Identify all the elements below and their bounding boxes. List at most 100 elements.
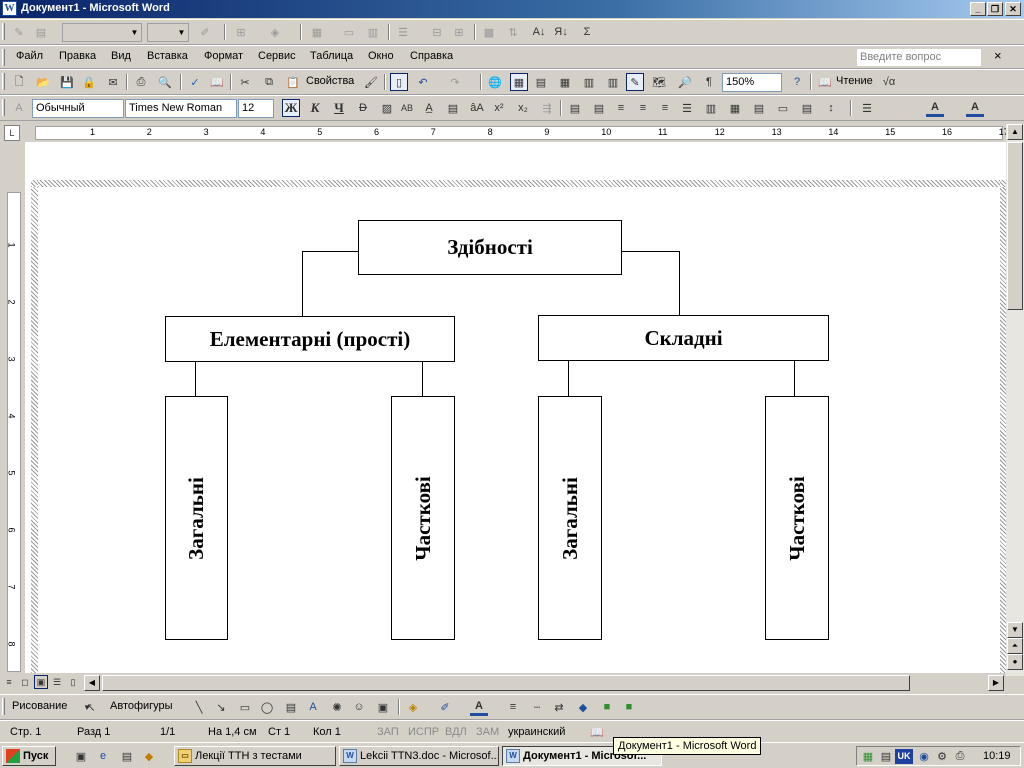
italic-button[interactable]: К — [306, 99, 324, 117]
font-combo[interactable]: Times New Roman — [125, 99, 237, 118]
styles-pane-icon[interactable]: A — [10, 99, 28, 117]
numbering-icon[interactable]: ▤ — [750, 99, 768, 117]
reading-button[interactable]: Чтение — [836, 75, 873, 87]
document-page[interactable]: Здібності Елементарні (прості) Складні З… — [25, 142, 1006, 673]
menu-table[interactable]: Таблица — [310, 50, 353, 62]
paragraph-icon[interactable]: ▤ — [444, 99, 462, 117]
spelling-status-icon[interactable]: 📖 — [588, 723, 606, 741]
vertical-ruler-track[interactable] — [7, 192, 21, 672]
zoom-combo[interactable]: 150% — [722, 73, 782, 92]
scroll-left-icon[interactable]: ◀ — [84, 675, 100, 691]
root-node[interactable]: Здібності — [358, 220, 622, 275]
shading-icon[interactable]: ◈ — [266, 23, 284, 41]
format-painter-icon[interactable]: 🖌 — [362, 73, 380, 91]
dash-style-icon[interactable]: ┄ — [528, 698, 546, 716]
leaf-node-1[interactable]: Загальні — [165, 396, 228, 640]
reading-layout-icon[interactable]: 📖 — [816, 73, 834, 91]
line-style-icon[interactable]: ≡ — [504, 698, 522, 716]
document-map-icon[interactable]: 🗺 — [650, 73, 668, 91]
style-combo[interactable]: Обычный — [32, 99, 124, 118]
quicklaunch-icon2[interactable]: ◆ — [140, 747, 158, 765]
shadow-icon[interactable]: ◆ — [574, 698, 592, 716]
horizontal-scrollbar[interactable]: ≡ ◻ ▣ ☰ ▯ ◀ ▶ — [0, 674, 1006, 692]
sort-descending-icon[interactable]: Я↓ — [552, 23, 570, 41]
justify-icon[interactable]: ☰ — [678, 99, 696, 117]
open-icon[interactable]: 📂 — [34, 73, 52, 91]
list-icon[interactable]: ☰ — [858, 99, 876, 117]
printer-icon[interactable]: ⎙ — [951, 747, 969, 765]
3d-style-icon[interactable]: ■ — [598, 698, 616, 716]
diagram-icon[interactable]: ✺ — [328, 698, 346, 716]
print-preview-icon[interactable]: 🔍 — [156, 73, 174, 91]
distribute-cols-icon[interactable]: ⊞ — [450, 23, 468, 41]
task-word-lekcii[interactable]: W Lekcii TTN3.doc - Microsof... — [339, 746, 499, 766]
font-color-icon2[interactable]: A — [966, 99, 984, 117]
help-icon[interactable]: ? — [788, 73, 806, 91]
branch-node-left[interactable]: Елементарні (прості) — [165, 316, 455, 362]
scroll-up-icon[interactable]: ▲ — [1007, 124, 1023, 140]
status-extend[interactable]: ВДЛ — [445, 726, 467, 738]
line-spacing-dropdown-icon[interactable]: ↕ — [822, 99, 840, 117]
line-spacing-icon[interactable]: ▦ — [726, 99, 744, 117]
tab-selector-icon[interactable]: L — [4, 125, 20, 141]
insert-table-icon[interactable]: ▦ — [308, 23, 326, 41]
scroll-down-icon[interactable]: ▼ — [1007, 622, 1023, 638]
align-justify-indent-icon[interactable]: ▤ — [590, 99, 608, 117]
document-close-icon[interactable]: × — [994, 48, 1002, 63]
menu-window[interactable]: Окно — [368, 50, 394, 62]
menu-view[interactable]: Вид — [111, 50, 131, 62]
leaf-node-3[interactable]: Загальні — [538, 396, 602, 640]
leaf-node-2[interactable]: Часткові — [391, 396, 455, 640]
menu-help[interactable]: Справка — [410, 50, 453, 62]
rectangle-tool-icon[interactable]: ▭ — [236, 698, 254, 716]
underline-button[interactable]: Ч — [330, 99, 348, 117]
align-left-icon[interactable]: ≡ — [612, 99, 630, 117]
clipart-icon[interactable]: ☺ — [350, 698, 368, 716]
show-desktop-icon[interactable]: ▣ — [72, 747, 90, 765]
highlight-icon[interactable]: ▨ — [378, 99, 396, 117]
prev-page-icon[interactable]: ⏶ — [1007, 638, 1023, 654]
split-cells-icon[interactable]: ▥ — [364, 23, 382, 41]
drawing-menu[interactable]: Рисование — [12, 700, 67, 712]
line-color-icon[interactable]: ✐ — [436, 698, 454, 716]
toolbar-grip[interactable] — [2, 23, 5, 40]
textbox-tool-icon[interactable]: ▤ — [282, 698, 300, 716]
research-icon[interactable]: 📖 — [208, 73, 226, 91]
close-button[interactable]: ✕ — [1005, 2, 1021, 16]
menu-edit[interactable]: Правка — [59, 50, 96, 62]
help-question-input[interactable]: Введите вопрос — [856, 48, 982, 67]
line-tool-icon[interactable]: ╲ — [190, 698, 208, 716]
word-app-icon[interactable]: W — [2, 1, 17, 16]
tables-borders-icon[interactable]: ▦ — [510, 73, 528, 91]
align-left-indent-icon[interactable]: ▤ — [566, 99, 584, 117]
sort-ascending-icon[interactable]: A↓ — [530, 23, 548, 41]
redo-icon[interactable]: ↷ — [446, 73, 464, 91]
clock[interactable]: 10:19 — [983, 750, 1011, 762]
print-icon[interactable]: ⎙ — [132, 73, 150, 91]
task-explorer-folder[interactable]: ▭ Лекції ТТН з тестами — [174, 746, 336, 766]
select-objects-icon[interactable]: ↖ — [82, 698, 100, 716]
web-view-icon[interactable]: ◻ — [18, 675, 32, 689]
font-color-icon[interactable]: A — [926, 99, 944, 117]
insert-excel-icon[interactable]: ▦ — [556, 73, 574, 91]
email-icon[interactable]: ✉ — [104, 73, 122, 91]
paste-icon[interactable]: 📋 — [284, 73, 302, 91]
normal-view-icon[interactable]: ≡ — [2, 675, 16, 689]
border-width-combo[interactable]: ▼ — [147, 23, 189, 42]
select-browse-icon[interactable]: ● — [1007, 654, 1023, 670]
status-record-macro[interactable]: ЗАП — [377, 726, 399, 738]
char-scale-icon[interactable]: âA — [468, 99, 486, 117]
restore-button[interactable]: ❐ — [987, 2, 1003, 16]
hyperlink-icon[interactable]: 🌐 — [486, 73, 504, 91]
permission-icon[interactable]: 🔒 — [80, 73, 98, 91]
drawing-icon[interactable]: ✎ — [626, 73, 644, 91]
autoshapes-menu[interactable]: Автофигуры — [110, 700, 173, 712]
reading-view-icon[interactable]: ▯ — [66, 675, 80, 689]
insert-picture-icon[interactable]: ▣ — [374, 698, 392, 716]
align-center-icon[interactable]: ≡ — [634, 99, 652, 117]
copy-icon[interactable]: ⧉ — [260, 73, 278, 91]
vertical-scrollbar[interactable]: ▲ ▼ ⏶ ● — [1006, 124, 1024, 676]
print-layout-view-icon[interactable]: ▣ — [34, 675, 48, 689]
outline-view-icon[interactable]: ☰ — [50, 675, 64, 689]
show-layout-icon[interactable]: ▯ — [390, 73, 408, 91]
